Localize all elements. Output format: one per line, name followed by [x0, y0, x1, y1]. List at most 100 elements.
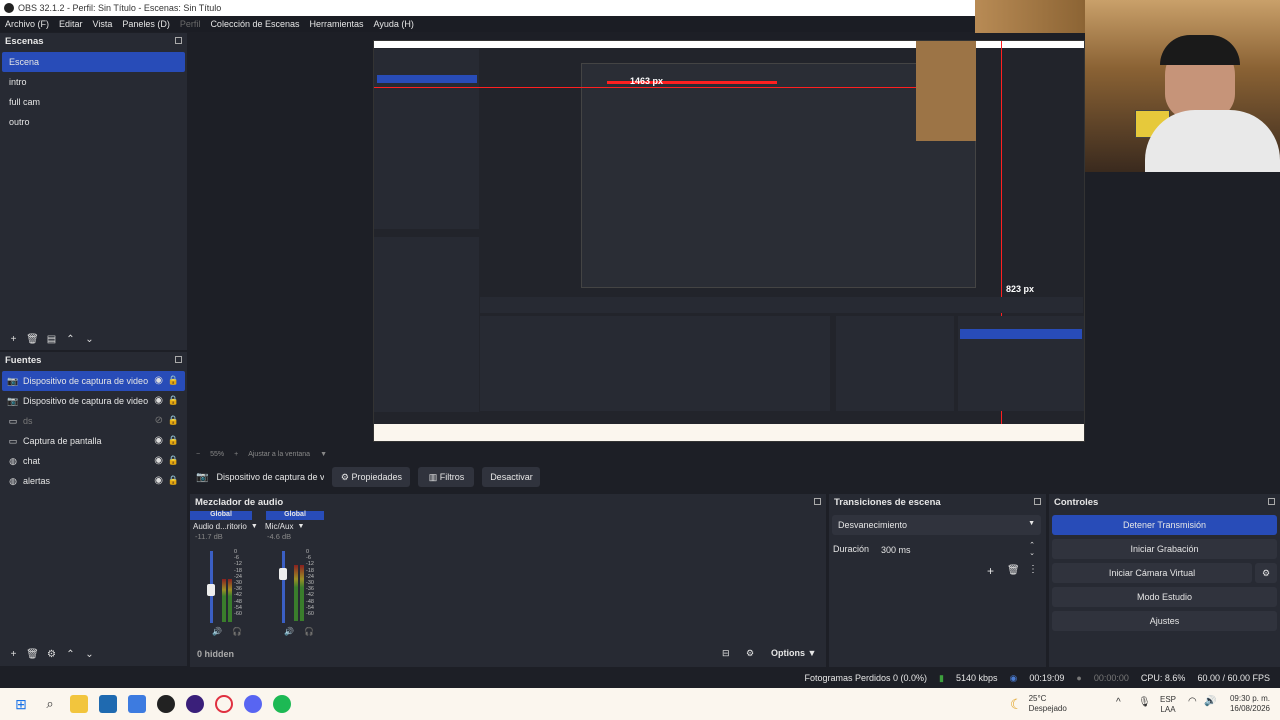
scene-item[interactable]: outro: [2, 112, 185, 132]
outlook-icon[interactable]: [128, 695, 146, 713]
move-up-button[interactable]: ⌃: [61, 646, 80, 662]
scenes-toolbar: + 🗑 ▤ ⌃ ⌄: [0, 329, 187, 349]
meter-scale: 0 -6 -12 -18 -24 -30 -36 -42 -48 -54 -60: [234, 549, 242, 617]
menu-bar: Archivo (F) Editar Vista Paneles (D) Perfil C…: [0, 16, 975, 32]
monitor-headphones-icon[interactable]: 🎧: [304, 627, 314, 636]
volume-fader[interactable]: [207, 551, 215, 623]
lock-icon[interactable]: 🔒: [168, 475, 179, 486]
menu-item-3[interactable]: Paneles (D): [117, 19, 175, 29]
menu-item-2[interactable]: Vista: [88, 19, 118, 29]
move-down-button[interactable]: ⌄: [80, 331, 99, 347]
scene-item[interactable]: intro: [2, 72, 185, 92]
file-explorer-icon[interactable]: [70, 695, 88, 713]
lock-icon[interactable]: 🔒: [168, 375, 179, 386]
windows-start-icon[interactable]: ⊞: [12, 695, 30, 713]
studio-mode-button[interactable]: Modo Estudio: [1052, 587, 1277, 607]
discord-icon[interactable]: [244, 695, 262, 713]
undock-icon[interactable]: [1268, 498, 1275, 505]
source-item[interactable]: 📷 Dispositivo de captura de video ◉ 🔒: [2, 391, 185, 411]
menu-item-0[interactable]: Archivo (F): [0, 19, 54, 29]
remove-source-button[interactable]: 🗑: [23, 646, 42, 662]
properties-button[interactable]: ⚙ Propiedades: [332, 467, 411, 487]
chevron-up-icon[interactable]: ^: [1116, 697, 1121, 708]
source-properties-gear-icon[interactable]: ⚙: [42, 646, 61, 662]
control-row: Iniciar Grabación: [1052, 539, 1277, 559]
menu-item-5[interactable]: Colección de Escenas: [205, 19, 304, 29]
eye-icon[interactable]: ◉: [154, 375, 163, 386]
scene-item[interactable]: Escena: [2, 52, 185, 72]
obs-icon[interactable]: [157, 695, 175, 713]
chevron-down-icon[interactable]: ▼: [251, 523, 258, 530]
monitor-headphones-icon[interactable]: 🎧: [232, 627, 242, 636]
mute-speaker-icon[interactable]: 🔊: [212, 627, 222, 636]
lock-icon[interactable]: 🔒: [168, 415, 179, 426]
source-item[interactable]: ▭ Captura de pantalla ◉ 🔒: [2, 431, 185, 451]
move-up-button[interactable]: ⌃: [61, 331, 80, 347]
eye-icon[interactable]: ◉: [154, 475, 163, 486]
eye-icon[interactable]: ◉: [154, 395, 163, 406]
stop-streaming-button[interactable]: Detener Transmisión: [1052, 515, 1277, 535]
add-scene-button[interactable]: +: [4, 331, 23, 347]
fader-handle[interactable]: [279, 568, 287, 580]
mute-speaker-icon[interactable]: 🔊: [284, 627, 294, 636]
zoom-out-button[interactable]: −: [196, 451, 200, 458]
add-transition-button[interactable]: +: [987, 564, 994, 578]
lock-icon[interactable]: 🔒: [168, 395, 179, 406]
store-icon[interactable]: [99, 695, 117, 713]
remove-scene-button[interactable]: 🗑: [23, 331, 42, 347]
source-item[interactable]: ◍ alertas ◉ 🔒: [2, 471, 185, 491]
menu-item-6[interactable]: Herramientas: [305, 19, 369, 29]
undock-icon[interactable]: [175, 37, 182, 44]
duration-label: Duración: [833, 544, 870, 554]
layout-icon[interactable]: ⊟: [722, 648, 730, 659]
source-item[interactable]: ▭ ds ⊘ 🔒: [2, 411, 185, 431]
eye-icon[interactable]: ◉: [154, 435, 163, 446]
undock-icon[interactable]: [175, 356, 182, 363]
duration-input[interactable]: 300 ms ⌃ ⌄: [876, 540, 1039, 559]
language-indicator[interactable]: ESP LAA: [1160, 695, 1176, 715]
start-virtual-camera-button[interactable]: Iniciar Cámara Virtual: [1052, 563, 1252, 583]
wifi-icon[interactable]: ◠: [1188, 696, 1197, 707]
eye-slash-icon[interactable]: ⊘: [155, 415, 163, 426]
lock-icon[interactable]: 🔒: [168, 455, 179, 466]
chevron-down-icon[interactable]: ▼: [320, 451, 327, 458]
app-icon[interactable]: [186, 695, 204, 713]
volume-icon[interactable]: 🔊: [1204, 696, 1216, 707]
scene-item[interactable]: full cam: [2, 92, 185, 112]
more-options-icon[interactable]: ⋮: [1028, 564, 1038, 575]
chevron-down-icon[interactable]: ▼: [297, 523, 304, 530]
transition-select[interactable]: Desvanecimiento ▼: [832, 515, 1041, 535]
mixer-options-button[interactable]: Options ▼: [771, 648, 816, 658]
settings-button[interactable]: Ajustes: [1052, 611, 1277, 631]
microphone-icon[interactable]: 🎙: [1138, 697, 1151, 708]
virtual-camera-gear-icon[interactable]: ⚙: [1255, 563, 1277, 583]
volume-fader[interactable]: [279, 551, 287, 623]
undock-icon[interactable]: [1034, 498, 1041, 505]
weather-widget[interactable]: ☾ 25°C Despejado: [1010, 694, 1067, 714]
zoom-in-button[interactable]: +: [234, 451, 238, 458]
menu-item-4[interactable]: Perfil: [175, 19, 206, 29]
start-recording-button[interactable]: Iniciar Grabación: [1052, 539, 1277, 559]
filters-button[interactable]: ▥ Filtros: [418, 467, 475, 487]
source-item[interactable]: 📷 Dispositivo de captura de video ◉ 🔒: [2, 371, 185, 391]
remove-transition-button[interactable]: 🗑: [1007, 565, 1020, 576]
clock[interactable]: 09:30 p. m. 16/08/2026: [1226, 694, 1270, 714]
undock-icon[interactable]: [814, 498, 821, 505]
stepper-icon[interactable]: ⌃ ⌄: [1029, 541, 1035, 557]
deactivate-button[interactable]: Desactivar: [482, 467, 541, 487]
lock-icon[interactable]: 🔒: [168, 435, 179, 446]
opera-icon[interactable]: [215, 695, 233, 713]
spotify-icon[interactable]: [273, 695, 291, 713]
fader-handle[interactable]: [207, 584, 215, 596]
move-down-button[interactable]: ⌄: [80, 646, 99, 662]
add-source-button[interactable]: +: [4, 646, 23, 662]
menu-item-1[interactable]: Editar: [54, 19, 88, 29]
advanced-audio-gear-icon[interactable]: ⚙: [746, 648, 754, 659]
search-icon[interactable]: ⌕: [41, 695, 59, 713]
source-item[interactable]: ◍ chat ◉ 🔒: [2, 451, 185, 471]
fit-window-select[interactable]: Ajustar a la ventana: [248, 451, 310, 458]
menu-item-7[interactable]: Ayuda (H): [369, 19, 419, 29]
scene-filters-button[interactable]: ▤: [42, 331, 61, 347]
globe-icon: ◍: [9, 475, 17, 486]
eye-icon[interactable]: ◉: [154, 455, 163, 466]
